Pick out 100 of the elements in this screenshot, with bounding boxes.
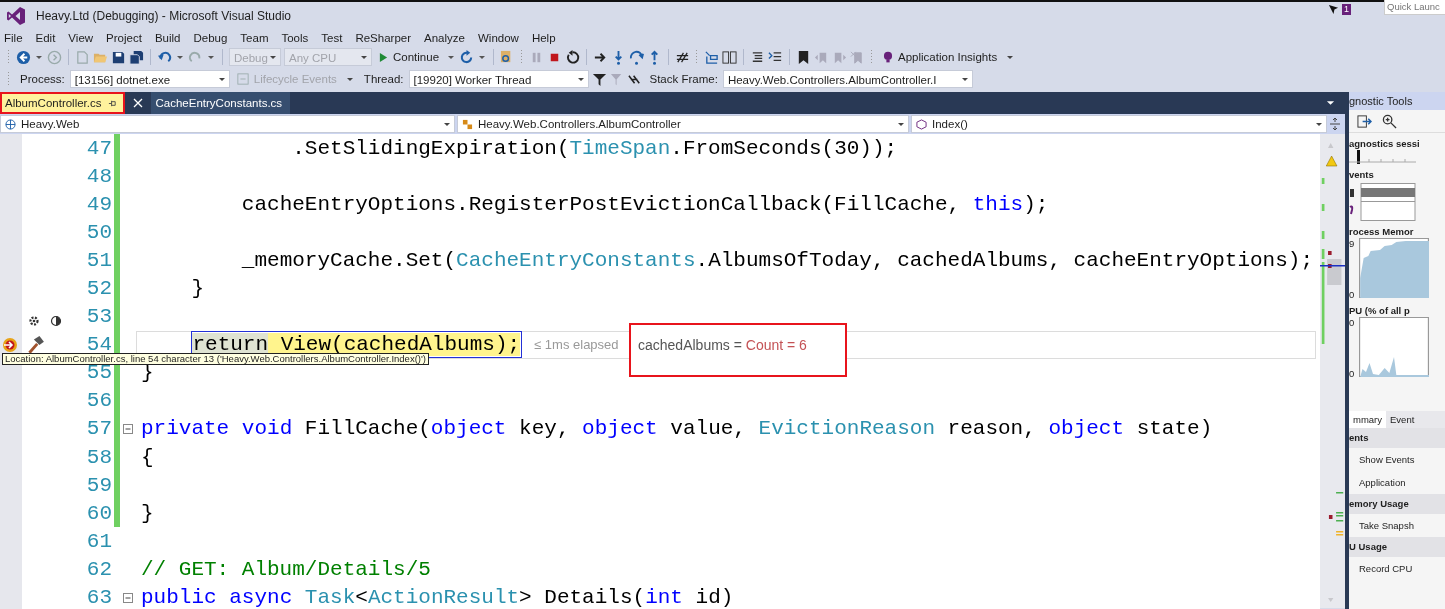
- toggle-icon[interactable]: [50, 314, 62, 327]
- class-icon: [462, 118, 473, 130]
- application-insights-button[interactable]: Application Insights: [879, 47, 1018, 67]
- menu-item[interactable]: Project: [106, 31, 142, 44]
- section-header: ents: [1349, 428, 1445, 448]
- caret-icon[interactable]: [1326, 100, 1335, 106]
- restart-icon[interactable]: [565, 49, 581, 65]
- code-line: {: [141, 445, 154, 469]
- code-editor[interactable]: [0, 134, 1320, 609]
- caret-icon[interactable]: [208, 55, 214, 59]
- notification-badge[interactable]: 1: [1342, 4, 1351, 15]
- save-all-icon[interactable]: [129, 49, 144, 65]
- menu-item[interactable]: Analyze: [424, 31, 465, 44]
- menu-item[interactable]: Edit: [35, 31, 56, 44]
- window-title: Heavy.Ltd (Debugging) - Microsoft Visual Studio: [36, 9, 291, 23]
- action-link[interactable]: Record CPU: [1349, 557, 1445, 580]
- feedback-flag-icon[interactable]: [1328, 4, 1339, 15]
- cpu-graph-drawing: [1359, 317, 1429, 377]
- line-number: 59: [85, 473, 112, 497]
- section-header: emory Usage: [1349, 494, 1445, 514]
- menu-item[interactable]: Test: [321, 31, 343, 44]
- globe-icon: [5, 118, 16, 130]
- code-line: .SetSlidingExpiration(TimeSpan.FromSeconds(30));: [291, 136, 898, 160]
- document-tab[interactable]: AlbumController.cs: [0, 92, 125, 114]
- line-number: 51: [85, 248, 112, 272]
- filter-icon[interactable]: [591, 71, 607, 87]
- line-number: 56: [85, 389, 112, 413]
- gear-icon[interactable]: [28, 314, 40, 327]
- caret-icon[interactable]: [36, 55, 42, 59]
- pin-icon[interactable]: [107, 98, 117, 108]
- section-title: PU (% of all p: [1349, 304, 1411, 317]
- play-icon: [379, 51, 388, 63]
- caret-icon: [1007, 55, 1014, 59]
- collapse-icon[interactable]: [123, 424, 133, 434]
- toolbar-grip[interactable]: [7, 71, 11, 87]
- columns-icon[interactable]: [722, 49, 738, 65]
- refresh-icon[interactable]: [459, 49, 475, 65]
- section-title: rocess Memor: [1349, 225, 1415, 238]
- caret-icon[interactable]: [177, 55, 183, 59]
- menu-item[interactable]: Window: [477, 31, 519, 44]
- continue-button[interactable]: Continue: [375, 47, 444, 67]
- type-dropdown[interactable]: Heavy.Web.Controllers.AlbumController: [457, 115, 909, 133]
- line-number: 63: [85, 586, 112, 609]
- variable-name: cachedAlbums =: [638, 336, 742, 353]
- location-tooltip: Location: AlbumController.cs, line 54 character 13 ('Heavy.Web.Controllers.AlbumController.Index()'): [2, 352, 429, 365]
- export-icon[interactable]: [1357, 113, 1372, 129]
- caret-icon[interactable]: [448, 55, 455, 59]
- toolbar-grip[interactable]: [7, 49, 11, 65]
- action-link[interactable]: Application: [1349, 471, 1445, 494]
- method-icon: [916, 118, 927, 130]
- axis-label: 0: [1349, 289, 1356, 300]
- line-number: 49: [85, 192, 112, 216]
- show-thread-icon[interactable]: [704, 49, 720, 65]
- stack-frame-dropdown[interactable]: Heavy.Web.Controllers.AlbumController.I: [722, 70, 973, 88]
- thread-dropdown[interactable]: [19920] Worker Thread: [408, 70, 589, 88]
- line-number: 57: [85, 417, 112, 441]
- panel-tab[interactable]: mmary: [1349, 411, 1387, 428]
- undo-icon[interactable]: [157, 49, 172, 65]
- collapse-icon[interactable]: [123, 592, 133, 603]
- zoom-in-icon[interactable]: [1382, 113, 1397, 129]
- vs-logo-icon: [6, 6, 26, 26]
- menu-item[interactable]: ReSharper: [355, 31, 412, 44]
- document-tab[interactable]: CacheEntryConstants.cs: [150, 92, 291, 114]
- save-icon[interactable]: [111, 49, 126, 65]
- caret-icon[interactable]: [479, 55, 486, 59]
- menu-item[interactable]: Build: [154, 31, 181, 44]
- menu-item[interactable]: File: [4, 31, 23, 44]
- menu-item[interactable]: View: [68, 31, 94, 44]
- split-window-icon[interactable]: [1329, 117, 1341, 131]
- timeline-ruler-drawing: [1349, 150, 1416, 164]
- data-tip[interactable]: cachedAlbums = Count = 6: [629, 322, 847, 377]
- code-line: private void FillCache(object key, object value, EvictionReason reason, object state): [141, 417, 1213, 441]
- axis-label: 0: [1349, 317, 1356, 328]
- menu-item[interactable]: Help: [531, 31, 556, 44]
- variable-value: Count = 6: [745, 336, 807, 353]
- action-link[interactable]: Take Snapsh: [1349, 514, 1445, 537]
- process-label: Process:: [20, 73, 65, 85]
- current-statement-icon[interactable]: [2, 336, 18, 353]
- panel-tab[interactable]: Event: [1386, 411, 1419, 428]
- menu-item[interactable]: Debug: [193, 31, 228, 44]
- back-icon[interactable]: [16, 49, 31, 65]
- step-over-icon[interactable]: [629, 49, 645, 65]
- panel-title: gnostic Tools: [1349, 92, 1445, 110]
- process-dropdown[interactable]: [13156] dotnet.exe: [69, 70, 230, 88]
- line-number: 53: [85, 305, 112, 329]
- close-icon[interactable]: [132, 98, 143, 108]
- line-number: 50: [85, 220, 112, 244]
- project-dropdown[interactable]: Heavy.Web: [0, 115, 455, 133]
- action-link[interactable]: Show Events: [1349, 448, 1445, 471]
- line-number: 47: [85, 136, 112, 160]
- member-dropdown[interactable]: Index(): [911, 115, 1327, 133]
- quick-launch-field[interactable]: Quick Launc: [1384, 0, 1445, 15]
- code-line: cacheEntryOptions.RegisterPostEvictionCallback(FillCache, this);: [240, 192, 1049, 216]
- line-number: 48: [85, 164, 112, 188]
- menu-item[interactable]: Team: [240, 31, 269, 44]
- menu-item[interactable]: Tools: [281, 31, 309, 44]
- section-header: U Usage: [1349, 537, 1445, 557]
- section-title: agnostics sessi: [1349, 137, 1421, 150]
- thread-label: Thread:: [363, 73, 404, 85]
- axis-label: 0: [1349, 368, 1356, 379]
